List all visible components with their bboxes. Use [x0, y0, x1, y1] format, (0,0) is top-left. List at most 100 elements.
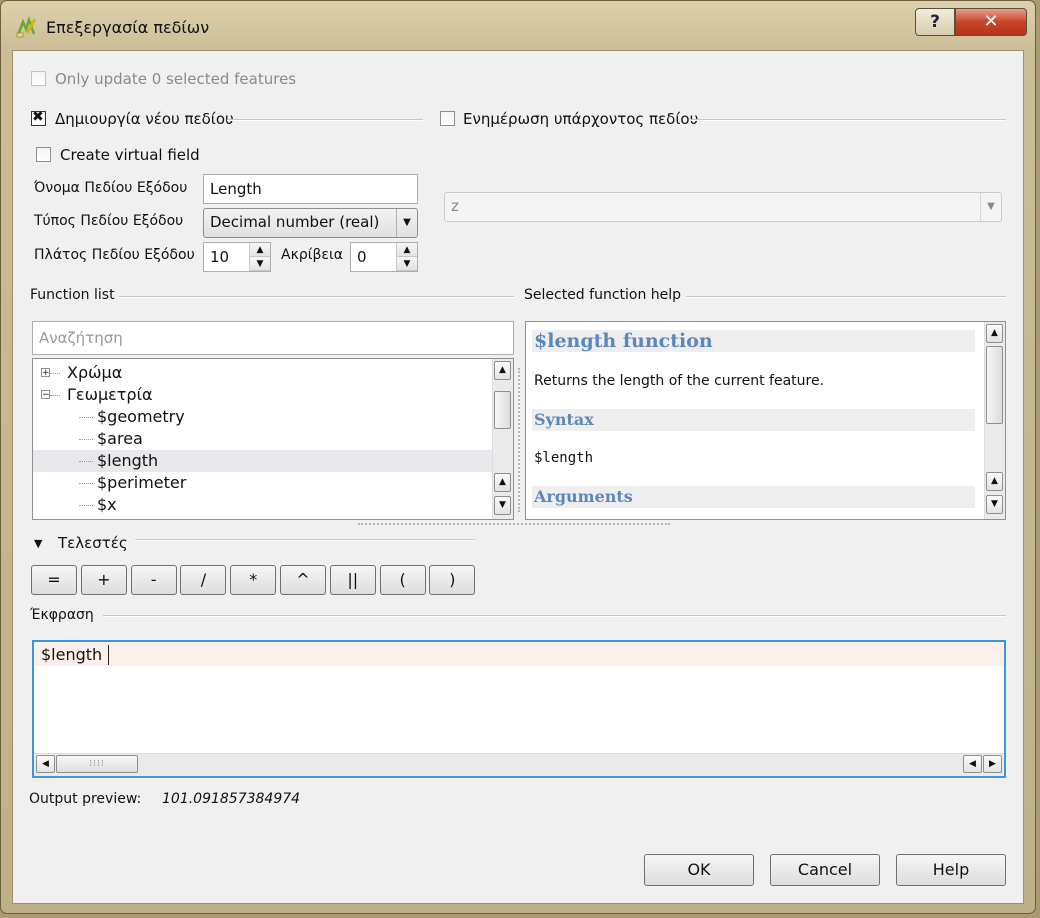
collapse-minus-icon[interactable]: −: [41, 390, 50, 400]
output-preview-value: 101.091857384974: [162, 791, 301, 807]
scroll-thumb[interactable]: ⁞⁞⁞⁞: [56, 755, 138, 773]
chevron-down-icon: ▼: [980, 193, 1001, 221]
title-help-button[interactable]: ?: [915, 8, 955, 36]
tree-item-label: $geometry: [97, 407, 185, 426]
splitter-handle[interactable]: [518, 368, 524, 512]
tree-item-label: $x: [97, 495, 117, 514]
scroll-up-icon[interactable]: ▲: [494, 473, 511, 492]
expand-plus-icon[interactable]: +: [41, 368, 50, 378]
precision-value: 0: [357, 248, 367, 266]
tree-group-color[interactable]: + Χρώμα: [33, 362, 493, 384]
output-name-label: Όνομα Πεδίου Εξόδου: [34, 180, 188, 196]
help-heading: $length function: [532, 330, 975, 352]
help-button[interactable]: Help: [896, 854, 1006, 886]
spin-up-icon[interactable]: ▲: [397, 243, 417, 257]
only-update-label: Only update 0 selected features: [55, 70, 297, 88]
chevron-down-icon: ▼: [396, 209, 417, 237]
help-syntax: $length: [534, 450, 594, 466]
tree-item-label: $perimeter: [97, 473, 187, 492]
output-type-value: Decimal number (real): [210, 213, 380, 231]
expression-editor[interactable]: $length ◀ ⁞⁞⁞⁞ ◀ ▶: [32, 640, 1006, 778]
tree-connector: [79, 417, 93, 418]
scroll-down-icon[interactable]: ▼: [986, 495, 1003, 514]
tree-connector: [79, 505, 93, 506]
ok-button[interactable]: OK: [644, 854, 754, 886]
group-divider: [119, 296, 514, 298]
tree-item-perimeter[interactable]: $perimeter: [33, 472, 493, 494]
tree-item-length[interactable]: $length: [33, 450, 493, 472]
scroll-up-icon[interactable]: ▲: [986, 324, 1003, 343]
operator-close-paren-button[interactable]: ): [429, 565, 476, 595]
operator-multiply-button[interactable]: *: [230, 565, 277, 595]
operator-power-button[interactable]: ^: [280, 565, 326, 595]
output-width-spinbox[interactable]: 10 ▲ ▼: [203, 242, 271, 272]
scroll-left-icon[interactable]: ◀: [963, 755, 982, 773]
text-cursor: [108, 645, 109, 665]
group-divider: [227, 119, 423, 121]
spin-down-icon[interactable]: ▼: [397, 257, 417, 271]
output-type-label: Τύπος Πεδίου Εξόδου: [34, 213, 184, 229]
update-existing-field-checkbox[interactable]: [440, 111, 455, 126]
tree-item-label: $area: [97, 429, 143, 448]
scroll-thumb[interactable]: [986, 346, 1003, 424]
expression-title: Έκφραση: [30, 607, 94, 623]
scroll-down-icon[interactable]: ▼: [494, 496, 511, 515]
title-close-button[interactable]: ✕: [955, 8, 1027, 36]
function-search-input[interactable]: Αναζήτηση: [32, 321, 514, 355]
help-description: Returns the length of the current featur…: [534, 373, 825, 389]
current-line-highlight: [34, 642, 1004, 666]
scroll-up-icon[interactable]: ▲: [986, 472, 1003, 491]
create-new-field-checkbox[interactable]: [31, 109, 46, 126]
tree-connector: [79, 461, 93, 462]
help-arguments-heading: Arguments: [532, 486, 975, 508]
tree-connector: [50, 395, 60, 396]
virtual-field-label: Create virtual field: [60, 146, 200, 164]
scroll-thumb[interactable]: [494, 391, 511, 429]
only-update-checkbox[interactable]: [31, 71, 46, 86]
title-bar[interactable]: Επεξεργασία πεδίων ? ✕: [1, 1, 1035, 51]
cancel-button[interactable]: Cancel: [770, 854, 880, 886]
tree-group-geometry[interactable]: − Γεωμετρία: [33, 384, 493, 406]
expression-text: $length: [41, 645, 103, 664]
tree-item-geometry[interactable]: $geometry: [33, 406, 493, 428]
tree-scrollbar[interactable]: ▲ ▲ ▼: [492, 359, 513, 519]
create-new-field-label: Δημιουργία νέου πεδίου: [55, 110, 234, 128]
scroll-up-icon[interactable]: ▲: [494, 361, 511, 380]
help-syntax-heading: Syntax: [532, 409, 975, 431]
operator-equals-button[interactable]: =: [31, 565, 77, 595]
output-name-input[interactable]: Length: [203, 174, 418, 204]
virtual-field-checkbox[interactable]: [36, 147, 51, 162]
output-type-select[interactable]: Decimal number (real) ▼: [203, 208, 418, 238]
function-tree: + Χρώμα − Γεωμετρία $geometry $area $len…: [32, 358, 514, 520]
operator-divide-button[interactable]: /: [180, 565, 227, 595]
operator-concat-button[interactable]: ||: [329, 565, 376, 595]
spin-up-icon[interactable]: ▲: [250, 243, 270, 257]
scroll-left-icon[interactable]: ◀: [36, 755, 55, 773]
tree-item-area[interactable]: $area: [33, 428, 493, 450]
tree-connector: [79, 439, 93, 440]
tree-group-label: Γεωμετρία: [67, 385, 153, 404]
precision-spinbox[interactable]: 0 ▲ ▼: [350, 242, 418, 272]
function-help-title: Selected function help: [524, 287, 682, 303]
collapse-triangle-icon[interactable]: ▼: [34, 537, 42, 550]
expression-hscrollbar[interactable]: ◀ ⁞⁞⁞⁞ ◀ ▶: [34, 753, 1004, 776]
tree-group-label: Χρώμα: [67, 363, 123, 382]
help-scrollbar[interactable]: ▲ ▲ ▼: [984, 322, 1005, 519]
precision-label: Ακρίβεια: [281, 247, 343, 263]
group-divider: [690, 119, 1006, 121]
function-help-panel: $length function Returns the length of t…: [525, 321, 1006, 520]
splitter-handle[interactable]: [358, 523, 670, 528]
operators-title: Τελεστές: [58, 534, 128, 552]
tree-item-x[interactable]: $x: [33, 494, 493, 516]
tree-connector: [79, 483, 93, 484]
operator-plus-button[interactable]: +: [80, 565, 127, 595]
scroll-right-icon[interactable]: ▶: [983, 755, 1002, 773]
existing-field-value: z: [451, 197, 459, 215]
qgis-field-calculator-icon: [16, 16, 37, 38]
output-preview-label: Output preview:: [29, 791, 142, 807]
operator-minus-button[interactable]: -: [130, 565, 177, 595]
existing-field-select[interactable]: z ▼: [444, 192, 1002, 222]
spin-down-icon[interactable]: ▼: [250, 257, 270, 271]
operator-open-paren-button[interactable]: (: [379, 565, 426, 595]
output-width-value: 10: [210, 248, 230, 266]
